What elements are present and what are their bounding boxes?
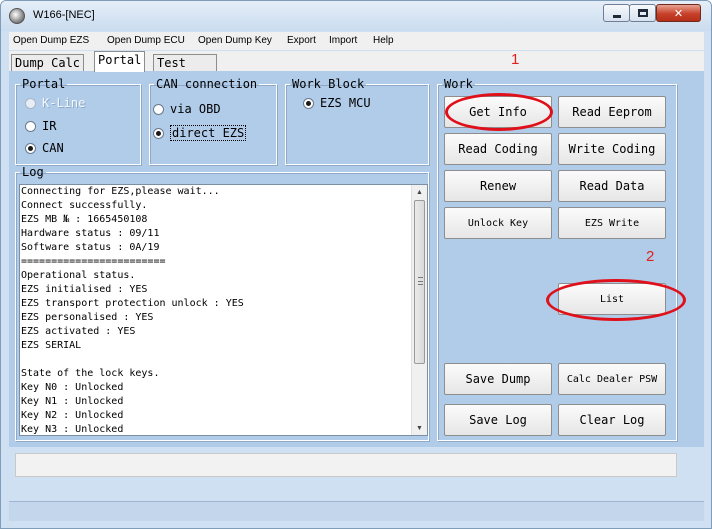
- menu-bar: Open Dump EZS Open Dump ECU Open Dump Ke…: [9, 32, 704, 50]
- scroll-down-icon[interactable]: ▼: [412, 421, 427, 435]
- portal-panel: Portal K-Line IR CAN CAN connection via …: [9, 71, 704, 447]
- window-title: W166-[NEC]: [33, 9, 95, 21]
- can-connection-group: CAN connection: [149, 77, 277, 165]
- minimize-button[interactable]: [603, 4, 630, 22]
- tab-test[interactable]: Test: [153, 54, 217, 71]
- radio-ir-label: IR: [42, 119, 57, 133]
- close-button[interactable]: ✕: [656, 4, 701, 22]
- can-connection-title: CAN connection: [156, 77, 258, 91]
- menu-help[interactable]: Help: [373, 35, 394, 46]
- radio-ezs-mcu[interactable]: EZS MCU: [303, 96, 371, 110]
- save-log-button[interactable]: Save Log: [444, 404, 552, 436]
- radio-via-obd-label: via OBD: [170, 102, 221, 116]
- radio-k-line-indicator: [25, 97, 36, 109]
- title-bar[interactable]: W166-[NEC] ✕: [1, 1, 711, 31]
- menu-open-dump-ecu[interactable]: Open Dump ECU: [107, 35, 185, 46]
- read-data-button[interactable]: Read Data: [558, 170, 666, 202]
- app-icon: [9, 8, 25, 24]
- menu-open-dump-key[interactable]: Open Dump Key: [198, 35, 272, 46]
- tab-strip: Dump Calc Portal Test 1: [9, 51, 704, 72]
- log-group-title: Log: [22, 165, 44, 179]
- close-icon: ✕: [673, 7, 684, 20]
- radio-ir-indicator: [25, 120, 36, 132]
- menu-export[interactable]: Export: [287, 35, 316, 46]
- radio-via-obd-indicator: [153, 103, 164, 115]
- radio-can-label: CAN: [42, 141, 64, 155]
- tab-dump-calc[interactable]: Dump Calc: [11, 54, 85, 71]
- tab-portal[interactable]: Portal: [94, 51, 146, 72]
- radio-ezs-mcu-label: EZS MCU: [320, 96, 371, 110]
- radio-direct-ezs-indicator: [153, 127, 164, 139]
- radio-k-line[interactable]: K-Line: [25, 96, 85, 110]
- status-bar: [9, 501, 704, 521]
- log-content: Connecting for EZS,please wait... Connec…: [21, 186, 244, 435]
- work-block-title: Work Block: [292, 77, 365, 91]
- radio-ir[interactable]: IR: [25, 119, 56, 133]
- log-scrollbar[interactable]: ▲ ▼: [411, 185, 427, 435]
- renew-button[interactable]: Renew: [444, 170, 552, 202]
- radio-can-indicator: [25, 142, 36, 154]
- get-info-button[interactable]: Get Info: [444, 96, 552, 128]
- write-coding-button[interactable]: Write Coding: [558, 133, 666, 165]
- annotation-number-2: 2: [646, 248, 655, 265]
- work-group-title: Work: [444, 77, 473, 91]
- scroll-thumb[interactable]: [414, 200, 425, 364]
- maximize-icon: [637, 9, 648, 17]
- unlock-key-button[interactable]: Unlock Key: [444, 207, 552, 239]
- radio-ezs-mcu-indicator: [303, 97, 314, 109]
- log-textarea[interactable]: Connecting for EZS,please wait... Connec…: [19, 184, 428, 436]
- radio-k-line-label: K-Line: [42, 96, 86, 110]
- save-dump-button[interactable]: Save Dump: [444, 363, 552, 395]
- read-coding-button[interactable]: Read Coding: [444, 133, 552, 165]
- list-button[interactable]: List: [558, 283, 666, 315]
- calc-dealer-psw-button[interactable]: Calc Dealer PSW: [558, 363, 666, 395]
- grip-icon: [418, 277, 423, 285]
- menu-open-dump-ezs[interactable]: Open Dump EZS: [13, 35, 89, 46]
- status-field: [15, 453, 677, 477]
- annotation-number-1: 1: [511, 51, 520, 68]
- maximize-button[interactable]: [629, 4, 656, 22]
- work-block-group: Work Block: [285, 77, 429, 165]
- clear-log-button[interactable]: Clear Log: [558, 404, 666, 436]
- scroll-up-icon[interactable]: ▲: [412, 185, 427, 199]
- radio-via-obd[interactable]: via OBD: [153, 102, 221, 116]
- read-eeprom-button[interactable]: Read Eeprom: [558, 96, 666, 128]
- radio-can[interactable]: CAN: [25, 141, 64, 155]
- portal-group-title: Portal: [22, 77, 66, 91]
- menu-import[interactable]: Import: [329, 35, 357, 46]
- ezs-write-button[interactable]: EZS Write: [558, 207, 666, 239]
- radio-direct-ezs-label: direct EZS: [170, 125, 247, 141]
- minimize-icon: [612, 14, 621, 18]
- app-window: W166-[NEC] ✕ Open Dump EZS Open Dump ECU…: [0, 0, 712, 529]
- radio-direct-ezs[interactable]: direct EZS: [153, 125, 247, 141]
